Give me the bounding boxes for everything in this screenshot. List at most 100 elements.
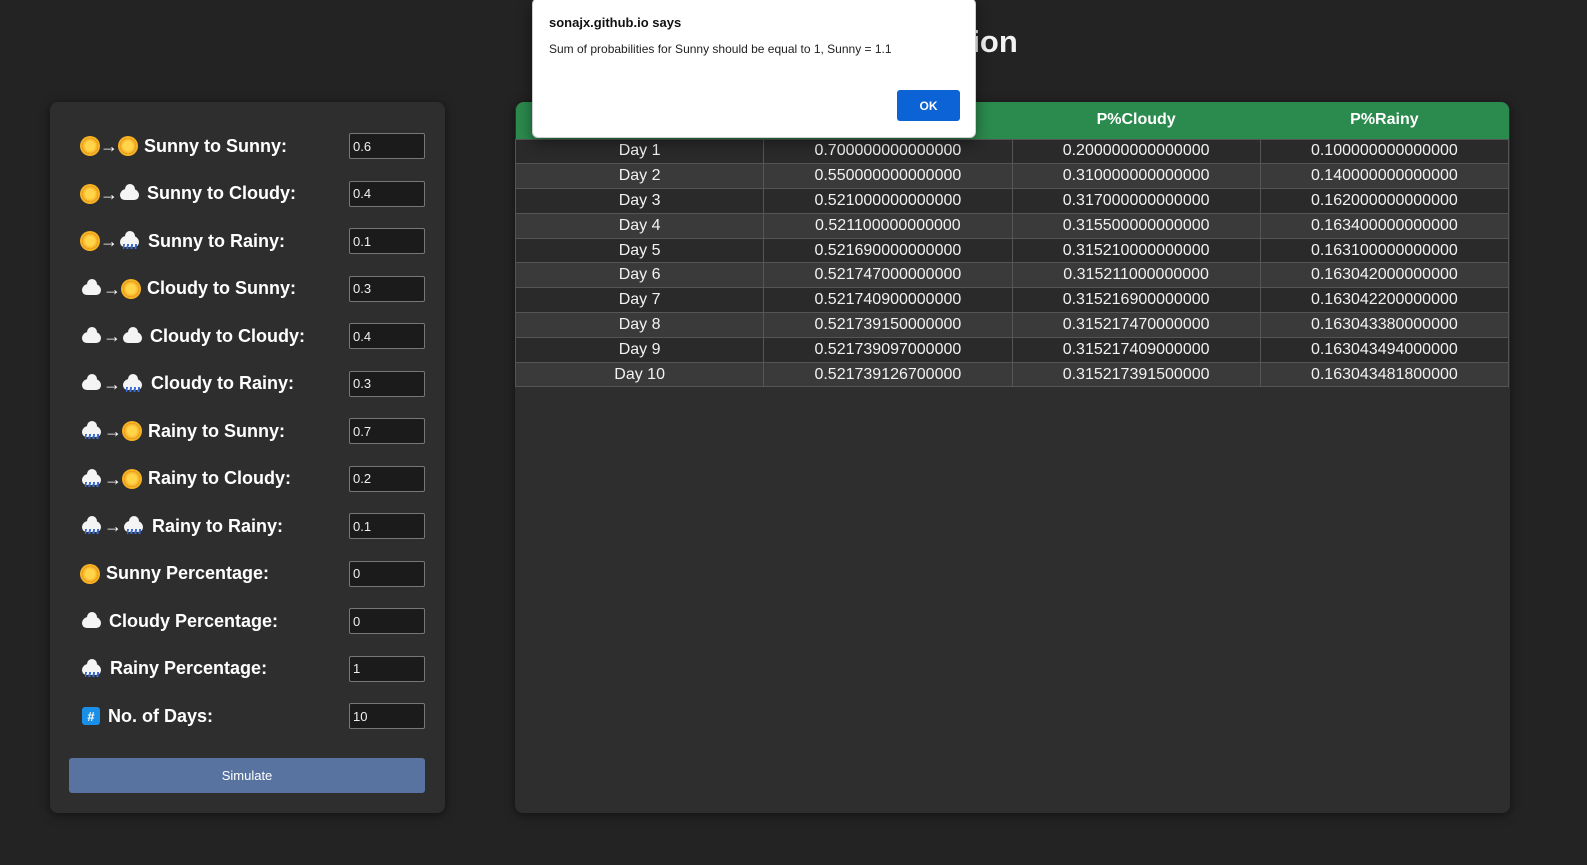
value-input[interactable] — [349, 228, 425, 254]
form-row: → Cloudy to Cloudy: — [82, 322, 425, 350]
probability-cell: 0.163043494000000 — [1259, 336, 1510, 363]
probability-cell: 0.140000000000000 — [1259, 163, 1510, 190]
row-icons: → — [82, 516, 144, 535]
value-input[interactable] — [349, 275, 425, 302]
row-label: Cloudy to Cloudy: — [150, 325, 305, 346]
form-row: → Sunny to Cloudy: — [82, 180, 425, 208]
value-input[interactable] — [349, 703, 425, 729]
probability-cell: 0.163042000000000 — [1259, 262, 1510, 289]
probability-cell: 0.521739126700000 — [763, 361, 1013, 388]
rain-cloud-icon — [82, 421, 102, 440]
probability-cell: 0.550000000000000 — [763, 163, 1013, 190]
probability-cell: 0.521100000000000 — [763, 212, 1013, 239]
form-row: → Sunny to Sunny: — [82, 132, 425, 160]
probability-cell: 0.163043380000000 — [1259, 312, 1510, 338]
probability-cell: 0.315500000000000 — [1011, 212, 1261, 239]
rain-cloud-icon — [82, 468, 102, 488]
probability-cell: 0.315217409000000 — [1011, 336, 1261, 363]
probability-cell: 0.315216900000000 — [1011, 287, 1261, 314]
sun-icon — [124, 470, 140, 487]
row-label: Cloudy Percentage: — [109, 610, 279, 631]
probability-cell: 0.315211000000000 — [1011, 262, 1261, 289]
table-row: Day 3 0.521000000000000 0.317000000000000 0… — [514, 188, 1510, 214]
day-cell: Day 10 — [514, 361, 765, 388]
probability-cell: 0.521690000000000 — [763, 237, 1013, 264]
row-label: Rainy to Cloudy: — [148, 468, 291, 488]
probability-cell: 0.521739097000000 — [763, 336, 1013, 363]
probability-cell: 0.315210000000000 — [1011, 237, 1261, 264]
day-cell: Day 4 — [514, 212, 765, 239]
row-icons: → — [82, 231, 140, 251]
day-cell: Day 3 — [514, 188, 765, 214]
form-row: → Cloudy to Rainy: — [82, 370, 425, 398]
cloud-icon — [82, 611, 101, 628]
form-row: Sunny Percentage: — [82, 560, 425, 588]
probability-cell: 0.521739150000000 — [763, 312, 1013, 338]
probability-cell: 0.521747000000000 — [763, 262, 1013, 289]
value-input[interactable] — [349, 133, 425, 159]
cloud-icon — [82, 326, 101, 343]
dialog-origin: sonajx.github.io says — [549, 15, 682, 30]
value-input[interactable] — [349, 513, 425, 539]
value-input[interactable] — [349, 418, 425, 444]
value-input[interactable] — [349, 655, 425, 682]
row-icons: → — [82, 326, 142, 346]
table-row: Day 8 0.521739150000000 0.315217470000000 0… — [514, 312, 1510, 338]
day-cell: Day 7 — [514, 287, 765, 314]
rain-cloud-icon — [82, 658, 102, 678]
probability-cell: 0.162000000000000 — [1259, 188, 1510, 214]
probability-cell: 0.163043481800000 — [1259, 361, 1510, 388]
arrow-icon: → — [103, 326, 121, 346]
results-panel: P%Cloudy P%Rainy Day 1 0.700000000000000 0… — [514, 102, 1510, 813]
value-input[interactable] — [349, 465, 425, 492]
row-icons — [82, 611, 101, 628]
probability-cell: 0.521740900000000 — [763, 287, 1013, 314]
row-label: Sunny to Cloudy: — [147, 183, 296, 203]
ok-button[interactable]: OK — [897, 90, 960, 121]
probability-cell: 0.163042200000000 — [1259, 287, 1510, 314]
row-icons: → — [82, 373, 143, 393]
arrow-icon: → — [100, 231, 118, 251]
sun-icon — [120, 138, 136, 154]
table-row: Day 2 0.550000000000000 0.310000000000000 0… — [514, 163, 1510, 190]
row-label: Sunny to Sunny: — [144, 135, 287, 156]
row-label: Sunny Percentage: — [106, 563, 270, 583]
cloud-icon — [123, 326, 142, 343]
value-input[interactable] — [349, 370, 425, 397]
row-icons: → — [82, 137, 136, 155]
row-label: Rainy Percentage: — [110, 658, 268, 678]
row-icons: → — [82, 421, 140, 441]
value-input[interactable] — [349, 560, 425, 587]
form-row: Rainy Percentage: — [82, 655, 425, 683]
value-input[interactable] — [349, 608, 425, 634]
probability-cell: 0.200000000000000 — [1011, 138, 1261, 165]
value-input[interactable] — [349, 180, 425, 207]
form-row: → Rainy to Cloudy: — [82, 465, 425, 493]
row-icons: # — [82, 707, 100, 725]
row-label: Rainy to Sunny: — [148, 420, 286, 441]
probability-cell: 0.521000000000000 — [763, 188, 1013, 214]
table-row: Day 1 0.700000000000000 0.200000000000000 0… — [514, 138, 1510, 165]
row-label: Rainy to Rainy: — [152, 515, 284, 536]
arrow-icon: → — [103, 278, 121, 299]
cloud-icon — [82, 374, 101, 390]
table-row: Day 4 0.521100000000000 0.315500000000000 0… — [514, 212, 1510, 239]
sun-icon — [123, 280, 139, 297]
sun-icon — [82, 233, 98, 249]
cloud-icon — [120, 184, 139, 200]
row-icons: → — [82, 184, 139, 203]
arrow-icon: → — [104, 421, 122, 441]
form-row: → Cloudy to Sunny: — [82, 275, 425, 303]
probability-cell: 0.315217391500000 — [1011, 361, 1261, 388]
form-row: → Sunny to Rainy: — [82, 227, 425, 255]
dialog-message: Sum of probabilities for Sunny should be… — [549, 42, 892, 56]
simulate-button[interactable]: Simulate — [69, 758, 425, 793]
rain-cloud-icon — [82, 516, 102, 535]
sun-icon — [82, 565, 98, 582]
header-rainy: P%Rainy — [1260, 102, 1509, 139]
table-row: Day 9 0.521739097000000 0.315217409000000 0… — [514, 336, 1510, 363]
rain-cloud-icon — [123, 373, 143, 393]
value-input[interactable] — [349, 323, 425, 349]
day-cell: Day 6 — [514, 262, 765, 289]
form-row: → Rainy to Rainy: — [82, 512, 425, 540]
